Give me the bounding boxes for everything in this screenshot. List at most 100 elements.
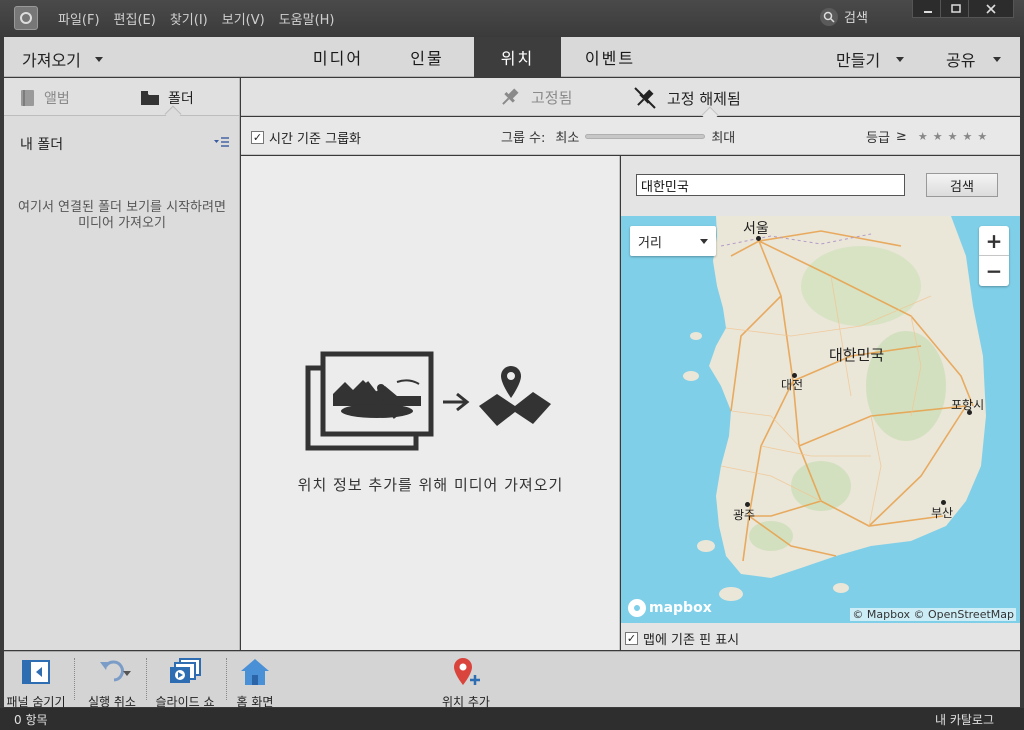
global-search[interactable]: 검색 — [820, 7, 868, 26]
home-screen-button[interactable]: 홈 화면 — [230, 656, 280, 710]
title-bar: 파일(F) 편집(E) 찾기(I) 보기(V) 도움말(H) 검색 — [0, 0, 1024, 36]
tab-unpinned-label: 고정 해제됨 — [667, 89, 741, 108]
city-dot — [756, 236, 761, 241]
map-label-daejeon: 대전 — [781, 378, 804, 392]
map-label-seoul: 서울 — [743, 221, 769, 237]
group-count-slider[interactable] — [585, 134, 706, 139]
status-bar: 0 항목 내 카탈로그 — [0, 708, 1024, 730]
map-graphic — [683, 216, 986, 601]
map-label-country: 대한민국 — [829, 346, 885, 364]
group-count-control: 그룹 수: 최소 최대 — [501, 127, 735, 146]
toolbar-divider — [146, 658, 147, 700]
group-min-label: 최소 — [555, 131, 580, 146]
star-icon[interactable]: ★ — [933, 130, 943, 143]
tab-folder[interactable]: 폴더 — [140, 88, 194, 108]
empty-content-message: 위치 정보 추가를 위해 미디어 가져오기 — [297, 476, 564, 494]
tab-people[interactable]: 인물 — [390, 37, 464, 77]
map-type-label: 거리 — [638, 235, 662, 251]
empty-folder-message: 여기서 연결된 폴더 보기를 시작하려면미디어 가져오기 — [18, 200, 226, 231]
zoom-in-button[interactable]: + — [979, 226, 1009, 256]
main-nav: 가져오기 미디어 인물 위치 이벤트 만들기 공유 — [4, 37, 1020, 77]
chevron-down-icon — [94, 56, 103, 62]
sort-menu-icon[interactable] — [214, 136, 230, 148]
star-icon[interactable]: ★ — [977, 130, 987, 143]
map-panel: 검색 — [621, 156, 1020, 650]
map-type-select[interactable]: 거리 — [630, 226, 716, 256]
create-label: 만들기 — [836, 51, 881, 70]
share-menu[interactable]: 공유 — [946, 47, 1002, 71]
panel-toggle-icon — [22, 660, 50, 684]
star-icon[interactable]: ★ — [962, 130, 972, 143]
group-by-time-label: 시간 기준 그룹화 — [269, 132, 361, 147]
group-max-label: 최대 — [711, 131, 736, 146]
tab-pinned-label: 고정됨 — [531, 88, 573, 107]
catalog-name[interactable]: 내 카탈로그 — [935, 711, 994, 728]
share-label: 공유 — [946, 51, 976, 70]
group-by-time-checkbox[interactable]: ✓ 시간 기준 그룹화 — [251, 128, 361, 147]
rating-stars[interactable]: ★ ★ ★ ★ ★ — [913, 129, 987, 144]
location-search-input[interactable] — [636, 174, 905, 196]
slideshow-icon — [170, 658, 201, 683]
unpin-icon — [634, 87, 656, 109]
zoom-out-button[interactable]: − — [979, 256, 1009, 286]
city-dot — [745, 502, 750, 507]
hide-panel-button[interactable]: 패널 숨기기 — [4, 656, 68, 710]
checkbox-icon: ✓ — [625, 632, 638, 645]
show-existing-pins-checkbox[interactable]: ✓ 맵에 기존 핀 표시 — [625, 629, 739, 648]
toolbar-divider — [226, 658, 227, 700]
rating-filter: 등급 ≥ ★ ★ ★ ★ ★ — [866, 127, 987, 146]
tab-events[interactable]: 이벤트 — [574, 37, 646, 77]
pin-filter-bar: 고정됨 고정 해제됨 — [241, 78, 1020, 124]
left-panel: 앨범 폴더 내 폴더 여기서 연결된 폴더 보기를 시작하려면미디어 가져오기 — [4, 78, 240, 650]
toolbar-divider — [74, 658, 75, 700]
menu-bar: 파일(F) 편집(E) 찾기(I) 보기(V) 도움말(H) — [58, 9, 349, 28]
chevron-down-icon — [700, 239, 708, 244]
city-dot — [941, 500, 946, 505]
map-view[interactable]: 거리 + − 서울 대한민국 대전 포항시 광주 부산 mapbox © Map… — [621, 216, 1020, 623]
close-button[interactable] — [968, 0, 1014, 18]
item-count: 0 항목 — [14, 713, 48, 727]
undo-icon — [100, 660, 131, 682]
my-folder-heading: 내 폴더 — [20, 137, 64, 153]
tab-pinned[interactable]: 고정됨 — [499, 86, 572, 108]
menu-view[interactable]: 보기(V) — [222, 9, 265, 28]
tab-media[interactable]: 미디어 — [298, 37, 378, 77]
location-pin-icon — [454, 658, 480, 685]
menu-help[interactable]: 도움말(H) — [279, 9, 335, 28]
undo-button[interactable]: 실행 취소 — [82, 656, 142, 710]
add-location-button[interactable]: 위치 추가 — [436, 656, 496, 710]
tab-indicator — [164, 105, 182, 123]
tab-places[interactable]: 위치 — [474, 37, 561, 77]
star-icon[interactable]: ★ — [918, 130, 928, 143]
import-menu[interactable]: 가져오기 — [22, 47, 103, 71]
rating-operator: ≥ — [895, 129, 907, 144]
location-search-button[interactable]: 검색 — [926, 173, 998, 197]
show-existing-pins-label: 맵에 기존 핀 표시 — [643, 633, 740, 648]
checkbox-icon: ✓ — [251, 131, 264, 144]
bottom-toolbar: 패널 숨기기 실행 취소 슬라이드 쇼 홈 화면 위치 추가 — [4, 651, 1020, 710]
album-icon — [21, 90, 34, 106]
search-icon — [820, 7, 838, 26]
city-dot — [792, 373, 797, 378]
menu-find[interactable]: 찾기(I) — [170, 9, 208, 28]
city-dot — [967, 410, 972, 415]
mapbox-logo-icon — [628, 599, 646, 617]
import-label: 가져오기 — [22, 51, 81, 70]
slideshow-button[interactable]: 슬라이드 쇼 — [152, 656, 218, 710]
chevron-down-icon — [993, 56, 1002, 62]
map-label-gwangju: 광주 — [733, 508, 756, 522]
app-logo[interactable] — [14, 6, 38, 30]
chevron-down-icon — [896, 56, 905, 62]
filter-bar: ✓ 시간 기준 그룹화 그룹 수: 최소 최대 등급 ≥ ★ ★ ★ ★ ★ — [241, 117, 1020, 155]
mapbox-logo[interactable]: mapbox — [628, 599, 712, 617]
map-label-busan: 부산 — [931, 506, 954, 520]
tab-unpinned[interactable]: 고정 해제됨 — [633, 86, 741, 110]
star-icon[interactable]: ★ — [948, 130, 958, 143]
tab-album[interactable]: 앨범 — [20, 88, 70, 108]
menu-edit[interactable]: 편집(E) — [114, 9, 156, 28]
rating-label: 등급 — [866, 131, 890, 146]
folder-icon — [141, 91, 159, 105]
menu-file[interactable]: 파일(F) — [58, 9, 100, 28]
map-attribution[interactable]: © Mapbox © OpenStreetMap — [850, 608, 1016, 621]
create-menu[interactable]: 만들기 — [836, 47, 905, 71]
